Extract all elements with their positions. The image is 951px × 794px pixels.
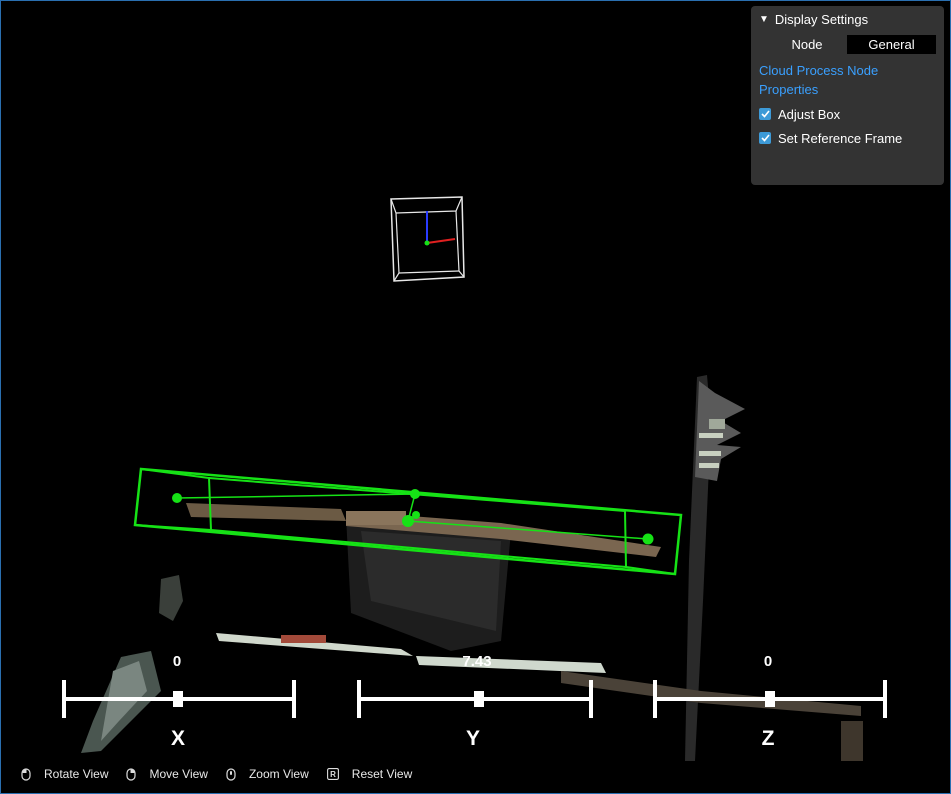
mouse-wheel-icon	[226, 767, 236, 781]
y-slider-thumb[interactable]	[474, 691, 484, 707]
y-axis-label: Y	[465, 727, 480, 750]
mouse-left-icon	[21, 767, 31, 781]
z-slider-thumb[interactable]	[765, 691, 775, 707]
hint-zoom-view-label: Zoom View	[248, 767, 309, 781]
display-settings-title: Display Settings	[774, 12, 869, 27]
set-reference-frame-label: Set Reference Frame	[778, 130, 903, 146]
svg-text:R: R	[330, 770, 336, 779]
hint-reset-view: R Reset View	[326, 767, 413, 781]
cloud-process-node-properties-link[interactable]: Cloud Process Node Properties	[759, 61, 936, 99]
y-slider-value: 7.43	[462, 653, 492, 670]
hint-move-view: Move View	[126, 767, 208, 781]
set-reference-frame-checkbox-row[interactable]: Set Reference Frame	[759, 129, 936, 147]
mouse-right-icon	[126, 767, 137, 781]
3d-viewport[interactable]: ▼ Display Settings Node General Cloud Pr…	[1, 1, 950, 793]
adjust-box-checkbox[interactable]	[759, 108, 771, 120]
checkmark-icon	[760, 134, 770, 142]
controls-hint-bar: Rotate View Move View Zoom View R Reset …	[21, 767, 430, 781]
r-key-icon: R	[326, 768, 339, 780]
node-label: Node	[791, 37, 823, 52]
set-reference-frame-checkbox[interactable]	[759, 132, 771, 144]
node-select[interactable]: General	[847, 35, 936, 54]
hint-move-view-label: Move View	[149, 767, 208, 781]
reference-frame-cube[interactable]	[390, 196, 465, 282]
z-axis-label: Z	[761, 727, 775, 750]
hint-zoom-view: Zoom View	[226, 767, 309, 781]
x-slider-thumb[interactable]	[173, 691, 183, 707]
display-settings-panel: ▼ Display Settings Node General Cloud Pr…	[751, 6, 944, 185]
hint-reset-view-label: Reset View	[351, 767, 413, 781]
hint-rotate-view: Rotate View	[21, 767, 108, 781]
adjust-box-label: Adjust Box	[778, 106, 841, 122]
x-slider-max-tick	[292, 680, 296, 718]
z-slider-value: 0	[763, 653, 773, 670]
collapse-triangle-icon[interactable]: ▼	[759, 14, 769, 25]
display-settings-header[interactable]: ▼ Display Settings	[759, 12, 936, 27]
point-cloud	[81, 375, 863, 761]
checkmark-icon	[760, 110, 770, 118]
z-slider-max-tick	[883, 680, 887, 718]
y-slider-max-tick	[589, 680, 593, 718]
hint-rotate-view-label: Rotate View	[44, 767, 109, 781]
x-axis-label: X	[170, 727, 185, 750]
x-slider-value: 0	[172, 653, 182, 670]
adjust-box-checkbox-row[interactable]: Adjust Box	[759, 105, 936, 123]
